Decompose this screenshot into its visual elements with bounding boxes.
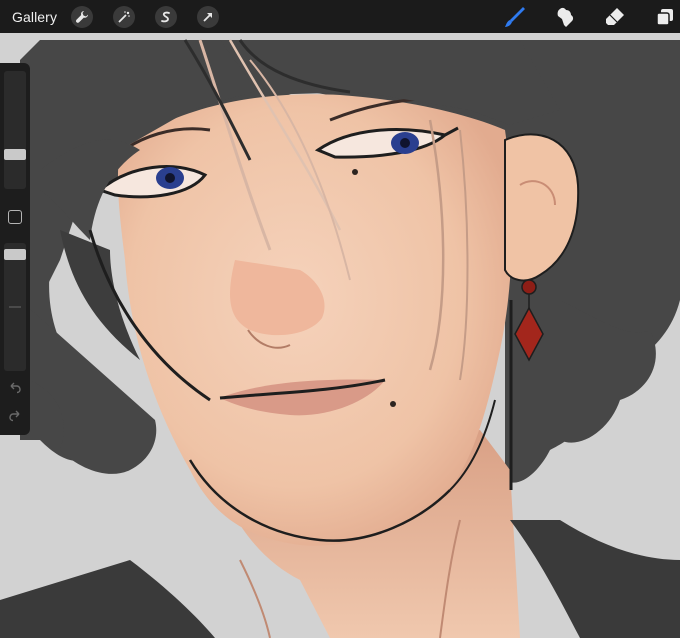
artwork bbox=[0, 0, 680, 638]
adjustments-button[interactable] bbox=[113, 5, 136, 28]
selection-button[interactable] bbox=[155, 5, 178, 28]
selection-icon bbox=[161, 11, 170, 22]
redo-icon[interactable] bbox=[8, 409, 22, 423]
magic-wand-icon bbox=[118, 10, 130, 23]
layers-button[interactable] bbox=[652, 4, 678, 30]
drawing-canvas[interactable] bbox=[0, 0, 680, 638]
smudge-button[interactable] bbox=[552, 4, 578, 30]
transform-arrow-icon bbox=[203, 12, 213, 22]
undo-icon[interactable] bbox=[8, 381, 22, 395]
eraser-button[interactable] bbox=[602, 4, 628, 30]
smudge-icon bbox=[557, 7, 574, 27]
modify-button[interactable] bbox=[8, 210, 22, 224]
layers-icon bbox=[656, 8, 673, 26]
brush-icon bbox=[505, 6, 525, 27]
paint-brush-button[interactable] bbox=[502, 4, 528, 30]
opacity-slider[interactable] bbox=[4, 243, 26, 371]
brush-size-thumb[interactable] bbox=[4, 149, 26, 160]
eraser-icon bbox=[606, 7, 624, 25]
brush-size-slider[interactable] bbox=[4, 71, 26, 189]
actions-button[interactable] bbox=[71, 5, 94, 28]
left-sidebar bbox=[0, 63, 30, 435]
transform-button[interactable] bbox=[197, 5, 220, 28]
slider-midpoint-tick bbox=[9, 306, 21, 308]
earring-stud bbox=[521, 279, 537, 295]
wrench-icon bbox=[76, 10, 89, 23]
right-tool-group bbox=[478, 0, 680, 33]
top-toolbar: Gallery bbox=[0, 0, 680, 33]
opacity-thumb[interactable] bbox=[4, 249, 26, 260]
gallery-button[interactable]: Gallery bbox=[12, 9, 57, 25]
